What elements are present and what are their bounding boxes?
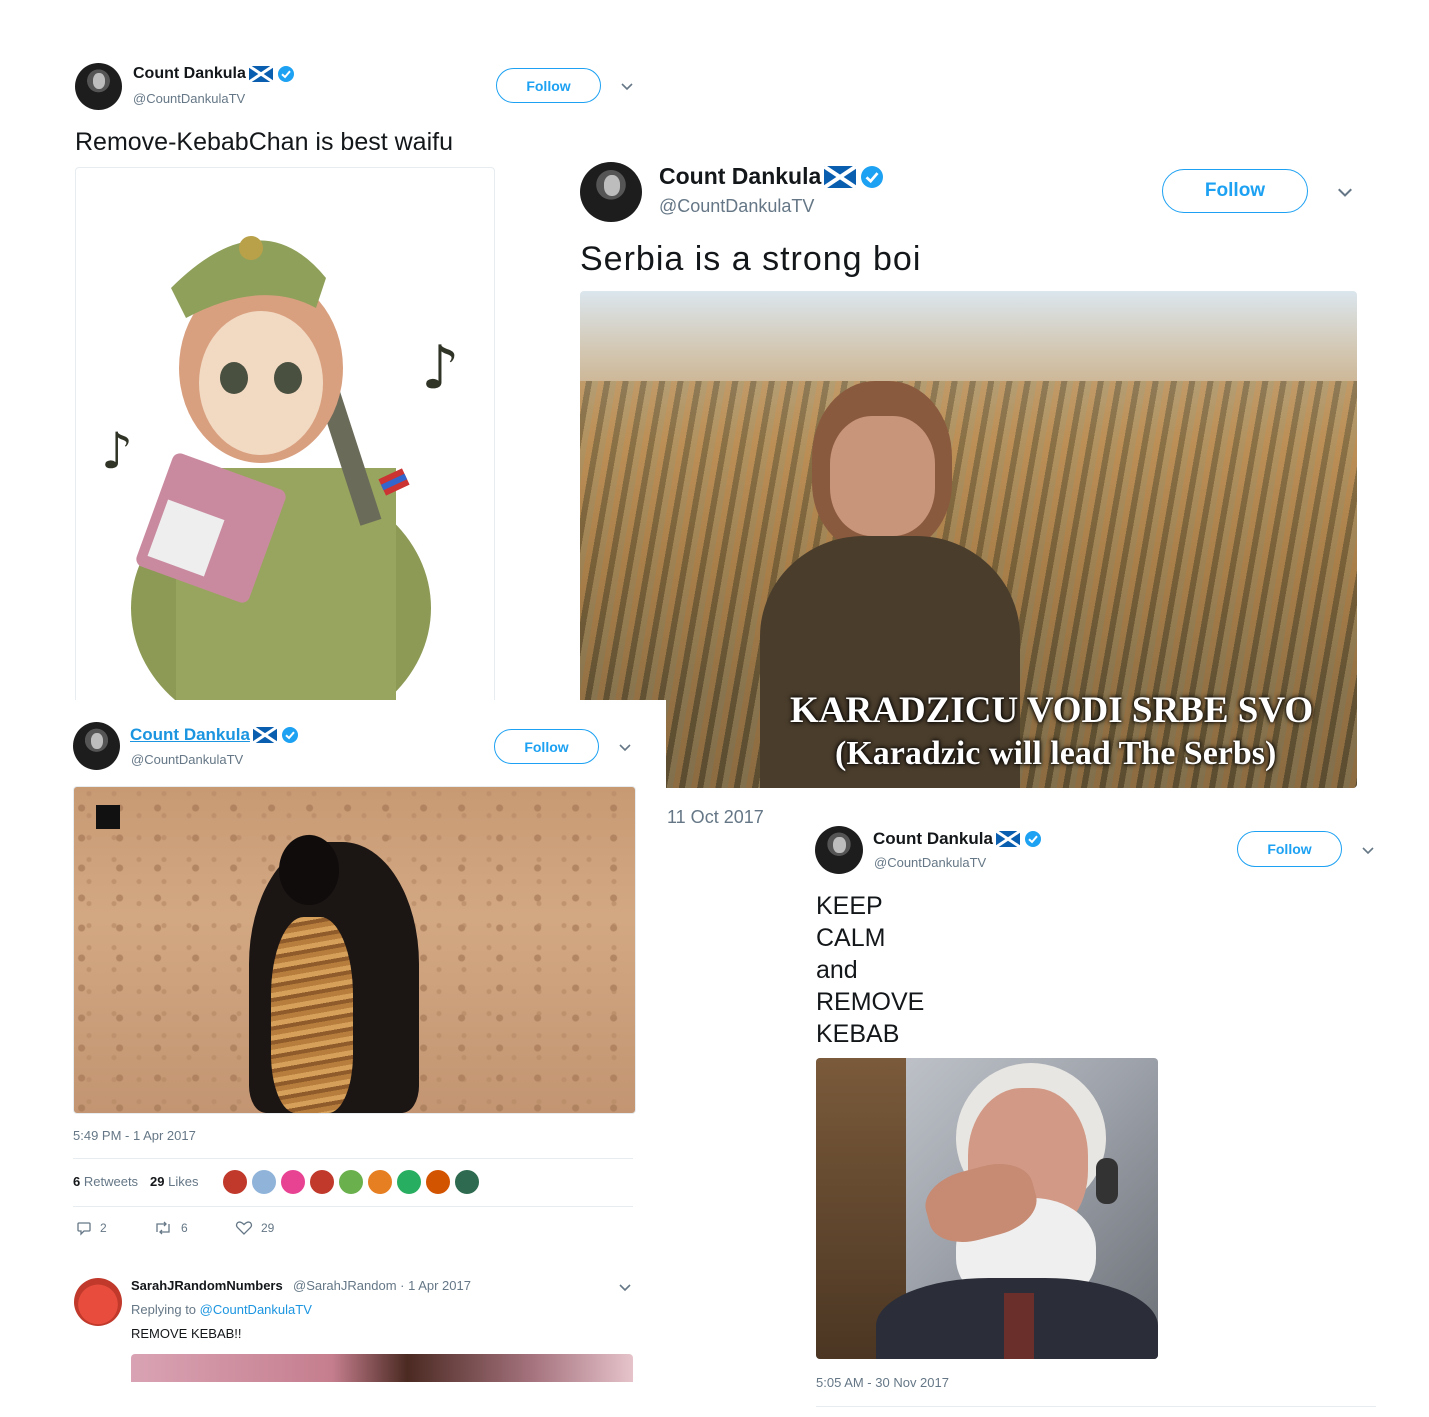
tweet-text: KEEP CALM and REMOVE KEBAB (816, 892, 925, 1048)
author-handle[interactable]: @CountDankulaTV (133, 91, 245, 106)
man-tie (1004, 1293, 1034, 1359)
kebab-spit (271, 917, 353, 1113)
liker-avatar[interactable] (222, 1169, 248, 1195)
chevron-down-icon[interactable] (1362, 847, 1374, 855)
follow-button[interactable]: Follow (1237, 831, 1342, 867)
like-action[interactable]: 29 (235, 1220, 274, 1236)
tweet-date[interactable]: 11 Oct 2017 (667, 807, 764, 828)
reply-author-name[interactable]: SarahJRandomNumbers (131, 1278, 283, 1293)
liker-avatar[interactable] (309, 1169, 335, 1195)
chevron-down-icon[interactable] (619, 744, 631, 752)
verified-badge-icon (1024, 831, 1041, 847)
scotland-flag-icon (252, 727, 277, 743)
avatar[interactable] (73, 722, 120, 770)
man-face (830, 416, 935, 536)
liker-avatar[interactable] (338, 1169, 364, 1195)
follow-button[interactable]: Follow (494, 729, 599, 764)
like-icon (235, 1221, 253, 1235)
avatar[interactable] (580, 162, 642, 222)
figure-head (279, 835, 339, 905)
reply-icon (77, 1222, 91, 1236)
liker-avatar[interactable] (251, 1169, 277, 1195)
reply-action[interactable]: 2 (76, 1220, 107, 1236)
tweet-card-4: Count Dankula @CountDankulaTV Follow KEE… (800, 810, 1400, 1417)
chevron-down-icon[interactable] (1337, 188, 1353, 198)
replying-to: Replying to @CountDankulaTV (131, 1302, 312, 1317)
scotland-flag-icon (824, 165, 857, 188)
author-name[interactable]: Count Dankula (659, 163, 884, 190)
verified-badge-icon (277, 66, 294, 82)
divider (73, 1206, 633, 1207)
video-caption-line2: (Karadzic will lead The Serbs) (835, 735, 1277, 772)
retweet-action[interactable]: 6 (153, 1220, 188, 1236)
reply-text: REMOVE KEBAB!! (131, 1326, 242, 1341)
video-caption-line1: KARADZICU VODI SRBE SVO (790, 690, 1314, 731)
black-flag (96, 805, 120, 829)
reply-image-preview[interactable] (131, 1354, 633, 1382)
verified-badge-icon (281, 727, 298, 743)
tweet-text: Serbia is a strong boi (580, 240, 922, 278)
liker-avatar[interactable] (454, 1169, 480, 1195)
author-handle[interactable]: @CountDankulaTV (874, 855, 986, 870)
scotland-flag-icon (995, 831, 1020, 847)
replying-to-handle[interactable]: @CountDankulaTV (200, 1302, 312, 1317)
tweet-timestamp[interactable]: 5:49 PM - 1 Apr 2017 (73, 1128, 196, 1143)
tweet-image-video-still[interactable]: KARADZICU VODI SRBE SVO (Karadzic will l… (580, 291, 1357, 788)
reply-avatar[interactable] (74, 1278, 122, 1326)
reply-tweet: SarahJRandomNumbers @SarahJRandom · 1 Ap… (60, 1270, 666, 1417)
tweet-image-desert-kebab[interactable] (73, 786, 636, 1114)
reply-handle-date[interactable]: @SarahJRandom · 1 Apr 2017 (293, 1278, 471, 1293)
tweet-timestamp[interactable]: 5:05 AM - 30 Nov 2017 (816, 1375, 949, 1390)
scotland-flag-icon (248, 66, 273, 82)
svg-text:♪: ♪ (101, 422, 133, 480)
verified-badge-icon (861, 165, 884, 188)
svg-text:♪: ♪ (421, 333, 459, 403)
liker-avatar[interactable] (396, 1169, 422, 1195)
divider (816, 1406, 1376, 1407)
tweet-image-anime-girl[interactable]: ♪ ♪ (75, 167, 495, 709)
liker-avatar[interactable] (425, 1169, 451, 1195)
headphones (1096, 1158, 1118, 1204)
tweet-card-3: Count Dankula @CountDankulaTV Follow 5:4… (60, 700, 666, 1417)
liker-avatar[interactable] (367, 1169, 393, 1195)
follow-button[interactable]: Follow (1162, 169, 1308, 213)
author-name[interactable]: Count Dankula (130, 725, 298, 745)
liker-avatar[interactable] (280, 1169, 306, 1195)
author-name[interactable]: Count Dankula (873, 829, 1041, 849)
liker-avatars (222, 1169, 482, 1195)
tweet-image-courtroom[interactable] (816, 1058, 1158, 1359)
author-name[interactable]: Count Dankula (133, 65, 294, 83)
chevron-down-icon[interactable] (619, 1284, 631, 1292)
follow-button[interactable]: Follow (496, 68, 601, 103)
avatar[interactable] (75, 63, 122, 110)
avatar[interactable] (815, 826, 863, 874)
tweet-card-2: Count Dankula @CountDankulaTV Follow Ser… (565, 150, 1375, 840)
chevron-down-icon[interactable] (621, 83, 633, 91)
retweet-icon (156, 1221, 170, 1235)
author-handle[interactable]: @CountDankulaTV (131, 752, 243, 767)
likes-stat[interactable]: 29 Likes (150, 1174, 198, 1189)
divider (73, 1158, 633, 1159)
tweet-text: Remove-KebabChan is best waifu (75, 128, 453, 156)
author-handle[interactable]: @CountDankulaTV (659, 196, 814, 217)
retweets-stat[interactable]: 6 Retweets (73, 1174, 138, 1189)
